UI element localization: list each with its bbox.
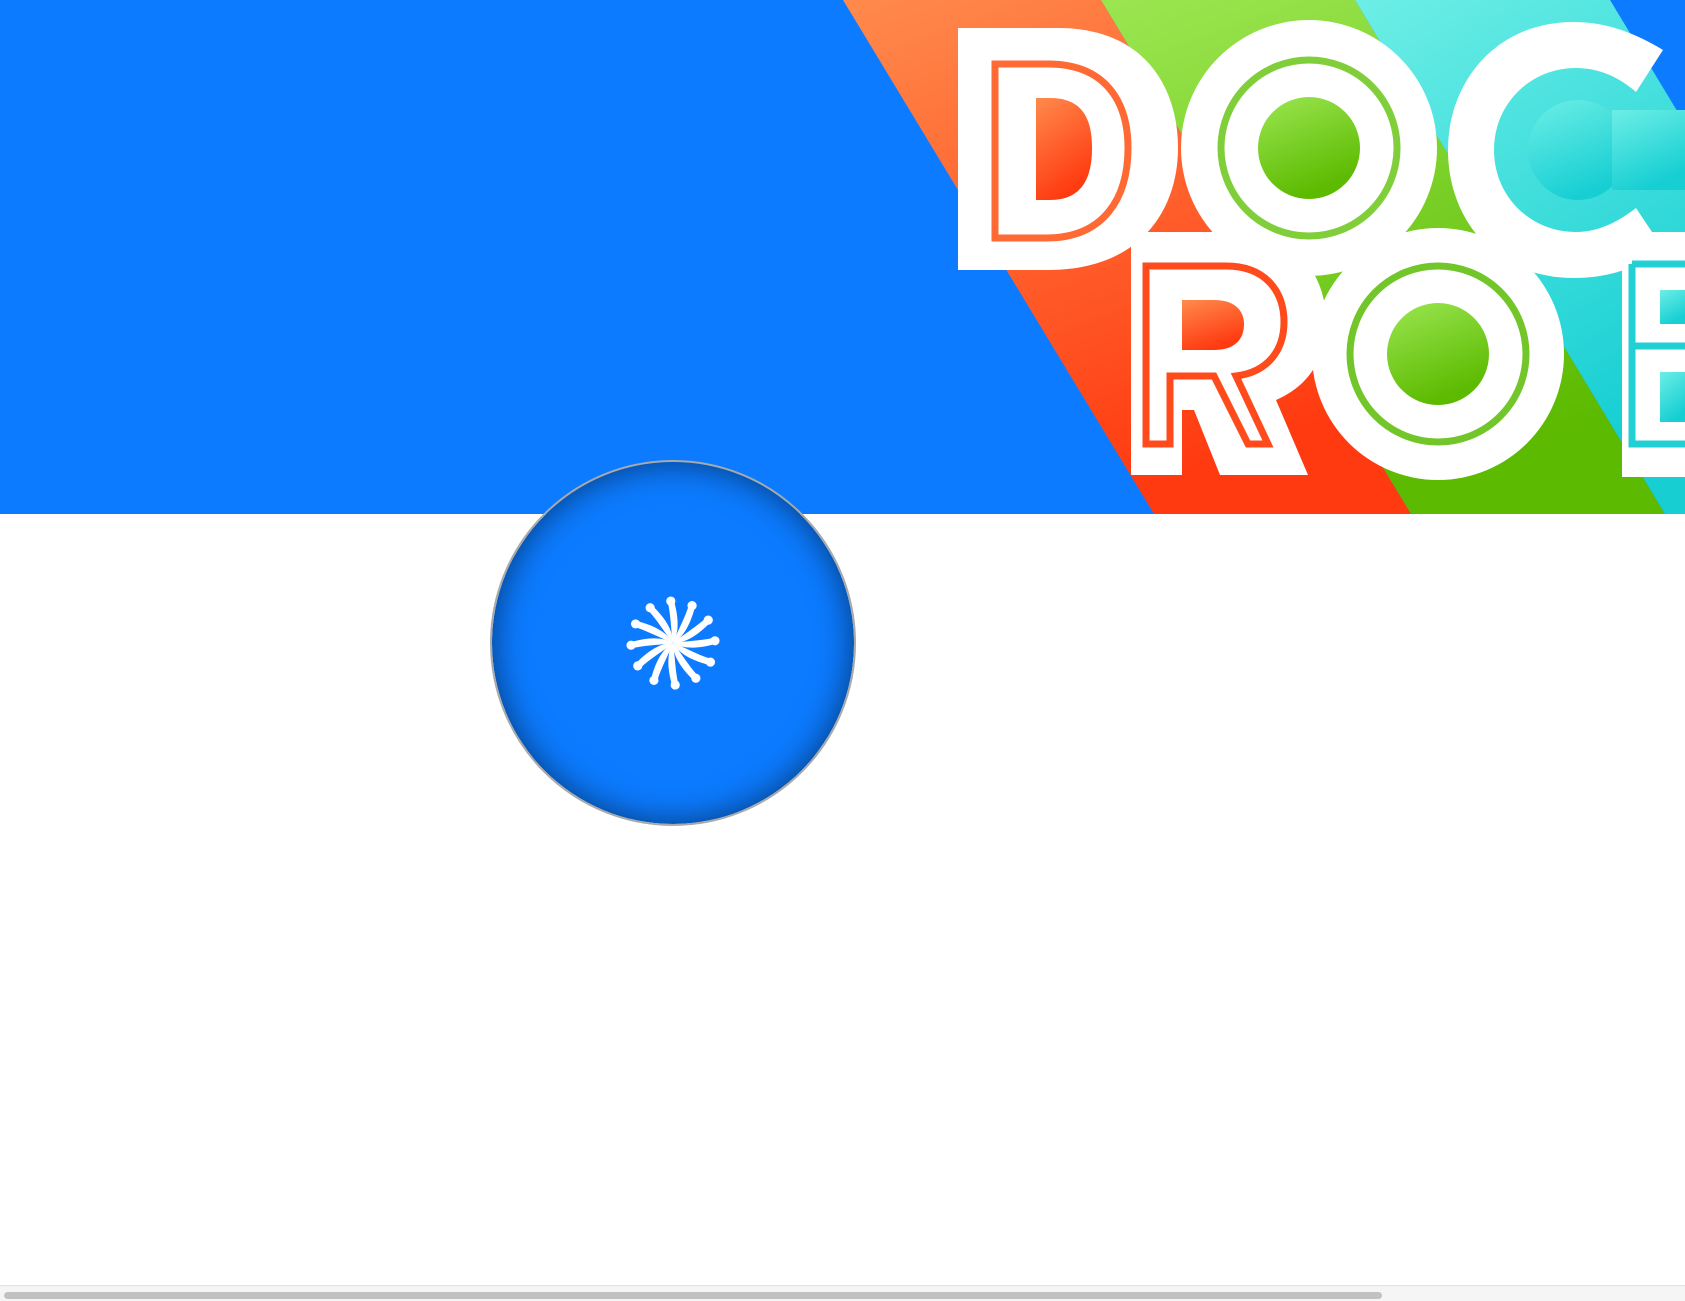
spinner-arm-tip [710, 636, 720, 646]
horizontal-scrollbar[interactable] [0, 1285, 1685, 1301]
logo-line-1 [958, 20, 1685, 278]
spinner-arm-tip [633, 661, 643, 671]
loading-indicator [490, 460, 856, 826]
spinner-arm-tip [649, 675, 659, 686]
scrollbar-thumb[interactable] [4, 1292, 1382, 1299]
spinner-arm-tip [645, 603, 655, 613]
logo-letter-b [1622, 232, 1685, 477]
app-page [0, 0, 1685, 1301]
spinner-arm-tip [691, 673, 701, 683]
spinner-arm-tip [626, 640, 636, 650]
header-banner [0, 0, 1685, 514]
loading-circle [490, 460, 856, 826]
spinner-arm-tip [703, 615, 713, 625]
banner-artwork [0, 0, 1685, 514]
spinner-arm-tip [630, 619, 641, 629]
spinner-icon [626, 596, 720, 690]
spinner-arm-tip [705, 657, 716, 667]
spinner-arm-tip [687, 600, 697, 611]
spinner-arm-tip [670, 680, 680, 690]
spinner-arm-tip [666, 596, 676, 606]
logo-letter-o-2 [1312, 228, 1564, 480]
